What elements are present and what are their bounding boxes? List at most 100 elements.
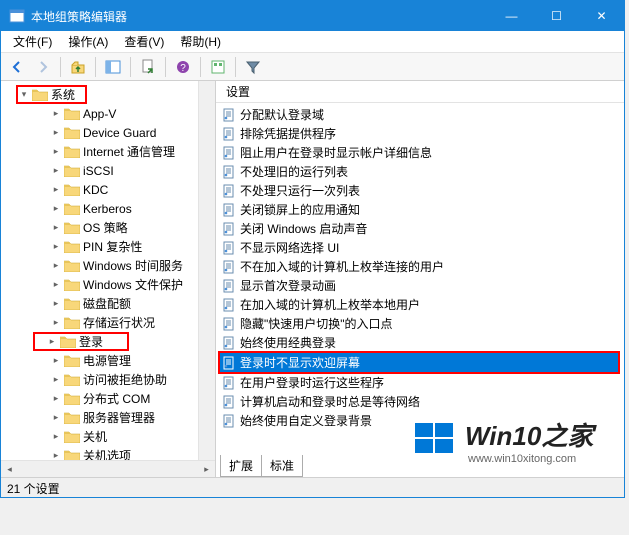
chevron-right-icon[interactable]: ▸	[51, 261, 61, 271]
chevron-right-icon[interactable]: ▸	[51, 109, 61, 119]
close-button[interactable]: ✕	[579, 1, 624, 31]
chevron-right-icon[interactable]: ▸	[51, 375, 61, 385]
tree-item[interactable]: ▸Kerberos	[1, 199, 198, 218]
folder-icon	[64, 145, 80, 158]
setting-item[interactable]: 不处理旧的运行列表	[216, 162, 624, 181]
tree-item[interactable]: ▸ iSCSI	[1, 161, 198, 180]
menu-file[interactable]: 文件(F)	[5, 31, 60, 52]
tree-item[interactable]: ▸关机	[1, 427, 198, 446]
tree-item[interactable]: ▸Windows 文件保护	[1, 275, 198, 294]
titlebar[interactable]: 本地组策略编辑器 — ☐ ✕	[1, 1, 624, 31]
tree-item[interactable]: ▸ PIN 复杂性	[1, 237, 198, 256]
tree-item-label: iSCSI	[83, 164, 114, 178]
setting-label: 计算机启动和登录时总是等待网络	[240, 393, 420, 410]
tree-root-node[interactable]: ▾ 系统	[1, 85, 198, 104]
setting-label: 阻止用户在登录时显示帐户详细信息	[240, 144, 432, 161]
tree-item[interactable]: ▸服务器管理器	[1, 408, 198, 427]
tree-item-label: 存储运行状况	[83, 314, 155, 331]
tree-item-label: Device Guard	[83, 126, 156, 140]
menu-help[interactable]: 帮助(H)	[172, 31, 229, 52]
setting-label: 关闭锁屏上的应用通知	[240, 201, 360, 218]
menu-action[interactable]: 操作(A)	[60, 31, 116, 52]
tree-item[interactable]: ▸磁盘配额	[1, 294, 198, 313]
setting-item[interactable]: 在用户登录时运行这些程序	[216, 373, 624, 392]
chevron-right-icon[interactable]: ▸	[51, 356, 61, 366]
tree-item[interactable]: ▸ Device Guard	[1, 123, 198, 142]
chevron-right-icon[interactable]: ▸	[51, 280, 61, 290]
tree-item[interactable]: ▸登录	[1, 332, 198, 351]
tree-item[interactable]: ▸Windows 时间服务	[1, 256, 198, 275]
chevron-right-icon[interactable]: ▸	[51, 432, 61, 442]
tree-item[interactable]: ▸电源管理	[1, 351, 198, 370]
up-button[interactable]	[66, 55, 90, 79]
status-text: 21 个设置	[7, 482, 60, 496]
tree[interactable]: ▾ 系统 ▸App-V▸Device Guard▸Internet 通信管理▸i…	[1, 81, 198, 460]
setting-item[interactable]: 关闭 Windows 启动声音	[216, 219, 624, 238]
setting-item[interactable]: 登录时不显示欢迎屏幕	[220, 353, 618, 372]
setting-item[interactable]: 计算机启动和登录时总是等待网络	[216, 392, 624, 411]
chevron-right-icon[interactable]: ▸	[51, 451, 61, 461]
setting-item[interactable]: 隐藏"快速用户切换"的入口点	[216, 314, 624, 333]
show-hide-tree-button[interactable]	[101, 55, 125, 79]
tree-item[interactable]: ▸分布式 COM	[1, 389, 198, 408]
prop-button[interactable]	[206, 55, 230, 79]
export-button[interactable]	[136, 55, 160, 79]
setting-item[interactable]: 显示首次登录动画	[216, 276, 624, 295]
folder-icon	[64, 221, 80, 234]
chevron-right-icon[interactable]: ▸	[51, 166, 61, 176]
setting-item[interactable]: 在加入域的计算机上枚举本地用户	[216, 295, 624, 314]
setting-item[interactable]: 关闭锁屏上的应用通知	[216, 200, 624, 219]
setting-item[interactable]: 始终使用自定义登录背景	[216, 411, 624, 430]
tree-item[interactable]: ▸KDC	[1, 180, 198, 199]
tab-standard[interactable]: 标准	[261, 455, 303, 477]
folder-icon	[64, 126, 80, 139]
setting-label: 始终使用经典登录	[240, 334, 336, 351]
minimize-button[interactable]: —	[489, 1, 534, 31]
tree-item[interactable]: ▸关机选项	[1, 446, 198, 460]
tree-horizontal-scrollbar[interactable]: ◂ ▸	[1, 460, 215, 477]
content-area: ▾ 系统 ▸App-V▸Device Guard▸Internet 通信管理▸i…	[1, 81, 624, 477]
chevron-right-icon[interactable]: ▸	[51, 147, 61, 157]
setting-item[interactable]: 始终使用经典登录	[216, 333, 624, 352]
tab-extended[interactable]: 扩展	[220, 455, 262, 477]
chevron-right-icon[interactable]: ▸	[51, 204, 61, 214]
setting-item[interactable]: 阻止用户在登录时显示帐户详细信息	[216, 143, 624, 162]
column-header-setting[interactable]: 设置	[216, 81, 624, 103]
tree-item[interactable]: ▸Internet 通信管理	[1, 142, 198, 161]
chevron-right-icon[interactable]: ▸	[51, 394, 61, 404]
chevron-right-icon[interactable]: ▸	[47, 337, 57, 347]
chevron-right-icon[interactable]: ▸	[51, 242, 61, 252]
chevron-right-icon[interactable]: ▸	[51, 413, 61, 423]
scroll-left-button[interactable]: ◂	[1, 461, 18, 478]
forward-button[interactable]	[31, 55, 55, 79]
setting-item[interactable]: 不在加入域的计算机上枚举连接的用户	[216, 257, 624, 276]
chevron-right-icon[interactable]: ▸	[51, 128, 61, 138]
settings-list[interactable]: 分配默认登录域排除凭据提供程序阻止用户在登录时显示帐户详细信息不处理旧的运行列表…	[216, 103, 624, 455]
chevron-right-icon[interactable]: ▸	[51, 223, 61, 233]
back-button[interactable]	[5, 55, 29, 79]
chevron-right-icon[interactable]: ▸	[51, 318, 61, 328]
tree-item[interactable]: ▸ 存储运行状况	[1, 313, 198, 332]
folder-icon	[64, 240, 80, 253]
tree-item[interactable]: ▸App-V	[1, 104, 198, 123]
folder-icon	[64, 316, 80, 329]
scroll-right-button[interactable]: ▸	[198, 461, 215, 478]
setting-item[interactable]: 不处理只运行一次列表	[216, 181, 624, 200]
toolbar: ?	[1, 53, 624, 81]
highlight-login: ▸登录	[33, 332, 129, 351]
help-button[interactable]: ?	[171, 55, 195, 79]
chevron-right-icon[interactable]: ▸	[51, 185, 61, 195]
tree-vertical-scrollbar[interactable]	[198, 81, 215, 460]
tree-item[interactable]: ▸OS 策略	[1, 218, 198, 237]
setting-item[interactable]: 不显示网络选择 UI	[216, 238, 624, 257]
tree-item[interactable]: ▸访问被拒绝协助	[1, 370, 198, 389]
chevron-right-icon[interactable]: ▸	[51, 299, 61, 309]
toolbar-sep	[60, 57, 61, 77]
chevron-down-icon[interactable]: ▾	[19, 90, 29, 100]
setting-item[interactable]: 分配默认登录域	[216, 105, 624, 124]
setting-item[interactable]: 排除凭据提供程序	[216, 124, 624, 143]
maximize-button[interactable]: ☐	[534, 1, 579, 31]
tree-item-label: PIN 复杂性	[83, 238, 142, 255]
menu-view[interactable]: 查看(V)	[116, 31, 172, 52]
filter-button[interactable]	[241, 55, 265, 79]
